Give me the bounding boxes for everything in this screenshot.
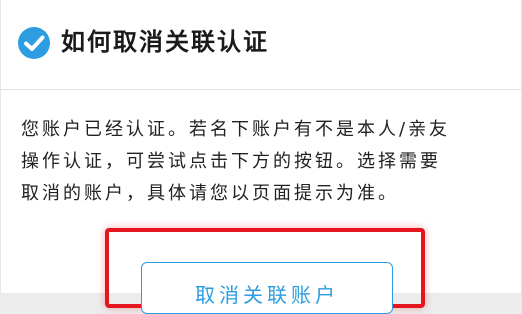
check-circle-icon (18, 27, 50, 59)
description-text: 您账户已经认证。若名下账户有不是本人/亲友 操作认证，可尝试点击下方的按钮。选择… (21, 114, 507, 210)
description-line: 取消的账户，具体请您以页面提示为准。 (21, 183, 399, 204)
card-title: 如何取消关联认证 (61, 28, 269, 56)
cancel-linked-account-button[interactable]: 取消关联账户 (141, 262, 393, 314)
description-line: 您账户已经认证。若名下账户有不是本人/亲友 (21, 119, 451, 140)
help-card: 如何取消关联认证 您账户已经认证。若名下账户有不是本人/亲友 操作认证，可尝试点… (0, 0, 522, 314)
description-line: 操作认证，可尝试点击下方的按钮。选择需要 (21, 151, 441, 172)
card-header: 如何取消关联认证 (1, 0, 521, 88)
header-divider (1, 89, 521, 90)
